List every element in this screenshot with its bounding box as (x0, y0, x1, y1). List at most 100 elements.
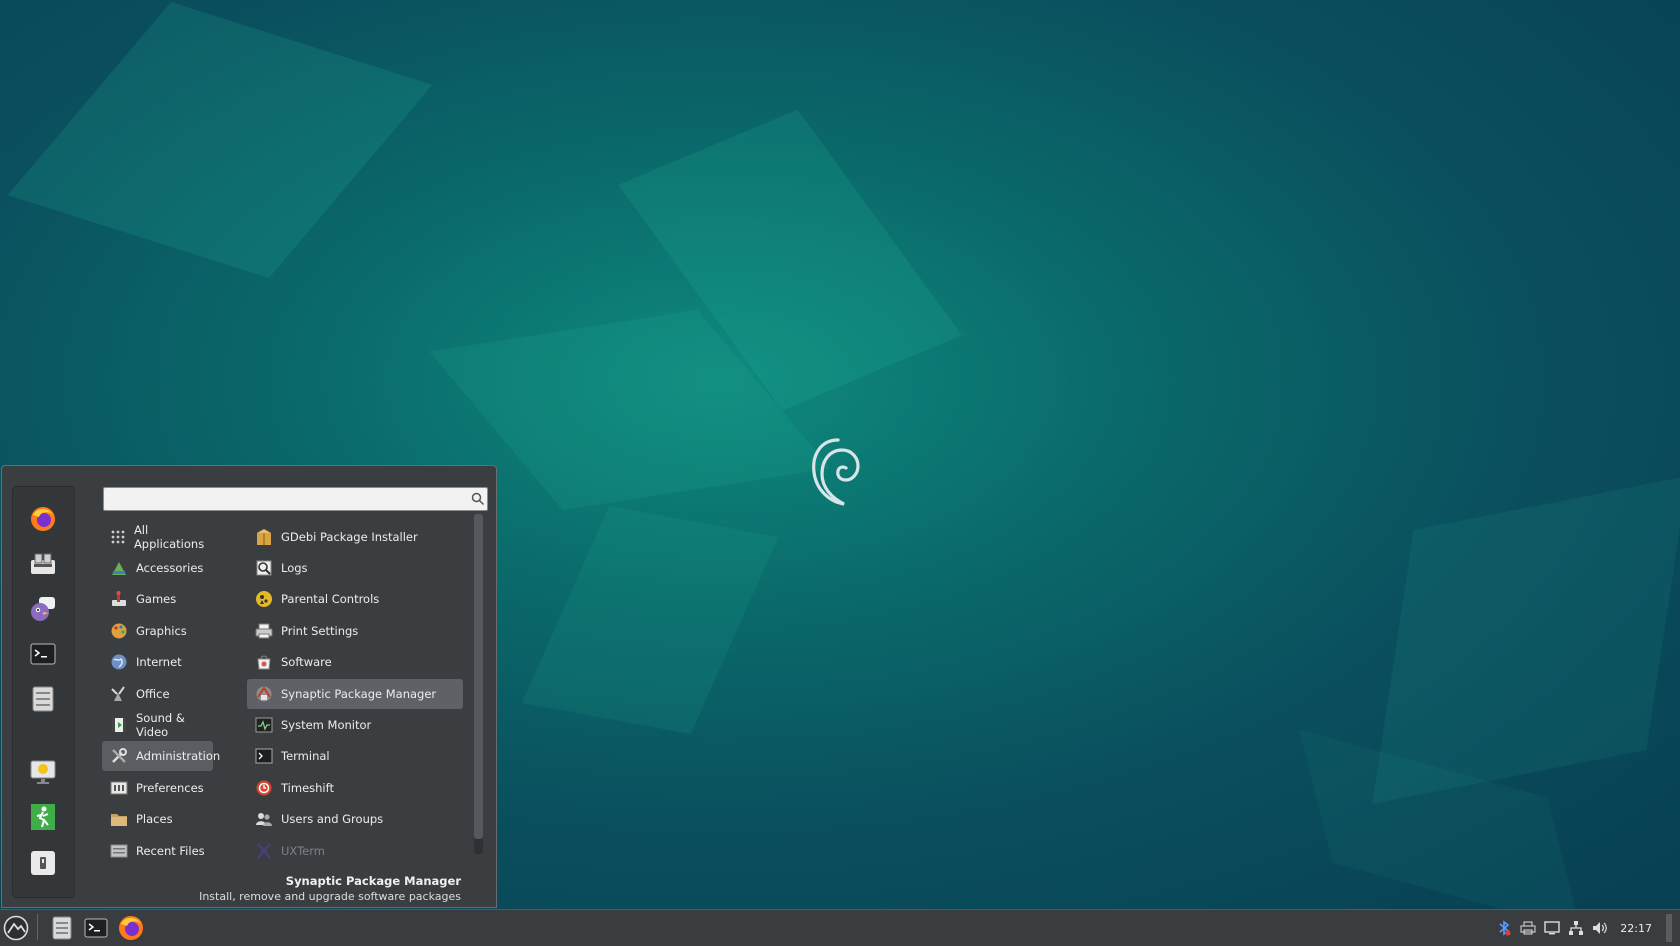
terminal-icon[interactable] (28, 639, 58, 669)
app-parental-controls[interactable]: Parental Controls (247, 584, 463, 614)
app-synaptic-package-manager[interactable]: Synaptic Package Manager (247, 679, 463, 709)
category-label: Games (136, 592, 177, 606)
parental-controls-icon (255, 590, 273, 608)
terminal-icon (255, 747, 273, 765)
category-label: All Applications (133, 523, 205, 551)
pidgin-icon[interactable] (28, 594, 58, 624)
show-desktop-button[interactable] (1666, 914, 1672, 942)
bluetooth-icon[interactable] (1496, 920, 1512, 936)
app-label: Logs (281, 561, 308, 575)
app-label: Terminal (281, 749, 330, 763)
menu-button[interactable] (2, 914, 30, 942)
wallpaper-shard (1372, 476, 1680, 804)
category-graphics[interactable]: Graphics (102, 616, 212, 646)
printer-icon (255, 622, 273, 640)
preferences-icon (110, 779, 128, 797)
recent-files-icon (110, 842, 128, 860)
file-manager-icon[interactable] (28, 684, 58, 714)
app-label: Users and Groups (281, 812, 384, 826)
category-label: Places (136, 812, 173, 826)
lock-screen-icon[interactable] (28, 757, 58, 787)
software-icon (255, 653, 273, 671)
app-terminal[interactable]: Terminal (247, 741, 463, 771)
display-icon[interactable] (1544, 920, 1560, 936)
grid-icon (110, 528, 126, 546)
users-icon (255, 810, 273, 828)
category-recent-files[interactable]: Recent Files (102, 836, 212, 866)
category-label: Accessories (136, 561, 204, 575)
category-label: Sound & Video (136, 711, 185, 739)
logout-icon[interactable] (28, 802, 58, 832)
graphics-icon (110, 622, 128, 640)
favorites-bar (12, 486, 75, 898)
category-administration[interactable]: Administration (102, 741, 220, 771)
application-menu: All Applications Accessories Games Graph… (1, 465, 497, 908)
timeshift-icon (255, 779, 273, 797)
system-tray: 22:17 (1496, 910, 1680, 946)
scrollbar-thumb[interactable] (474, 514, 483, 839)
app-description-title: Synaptic Package Manager (285, 874, 461, 888)
internet-icon (110, 653, 128, 671)
category-label: Recent Files (136, 844, 205, 858)
app-description-text: Install, remove and upgrade software pac… (199, 890, 461, 903)
category-label: Preferences (136, 781, 204, 795)
app-system-monitor[interactable]: System Monitor (247, 710, 463, 740)
shutdown-icon[interactable] (28, 848, 58, 878)
menu-logo-icon (3, 915, 29, 941)
taskbar: 22:17 (0, 909, 1680, 946)
software-manager-icon[interactable] (28, 549, 58, 579)
package-icon (255, 528, 273, 546)
category-office[interactable]: Office (102, 679, 212, 709)
taskbar-file-manager-icon[interactable] (49, 914, 75, 942)
office-icon (110, 685, 128, 703)
printer-icon[interactable] (1520, 920, 1536, 936)
category-label: Administration (136, 749, 221, 763)
system-monitor-icon (255, 716, 273, 734)
uxterm-icon (255, 842, 273, 860)
debian-swirl-logo (812, 438, 860, 506)
category-all-applications[interactable]: All Applications (102, 522, 212, 552)
synaptic-icon (255, 685, 273, 703)
category-sound-video[interactable]: Sound & Video (102, 710, 212, 740)
taskbar-terminal-icon[interactable] (83, 914, 109, 942)
search-icon[interactable] (471, 492, 485, 506)
category-label: Graphics (136, 624, 187, 638)
app-software[interactable]: Software (247, 647, 463, 677)
app-print-settings[interactable]: Print Settings (247, 616, 463, 646)
category-label: Office (136, 687, 170, 701)
folder-icon (110, 810, 128, 828)
wallpaper-shard (521, 505, 779, 735)
category-games[interactable]: Games (102, 584, 212, 614)
app-logs[interactable]: Logs (247, 553, 463, 583)
search-input[interactable] (103, 487, 488, 511)
app-label: System Monitor (281, 718, 372, 732)
volume-icon[interactable] (1592, 920, 1608, 936)
app-label: UXTerm (281, 844, 325, 858)
clock[interactable]: 22:17 (1620, 922, 1652, 935)
category-places[interactable]: Places (102, 804, 212, 834)
firefox-icon[interactable] (28, 504, 58, 534)
app-users-and-groups[interactable]: Users and Groups (247, 804, 463, 834)
taskbar-separator (37, 914, 38, 940)
network-icon[interactable] (1568, 920, 1584, 936)
taskbar-firefox-icon[interactable] (117, 914, 145, 942)
app-label: Print Settings (281, 624, 359, 638)
app-label: GDebi Package Installer (281, 530, 418, 544)
wallpaper-shard (7, 1, 433, 279)
accessories-icon (110, 559, 128, 577)
category-label: Internet (136, 655, 182, 669)
app-label: Synaptic Package Manager (281, 687, 437, 701)
administration-icon (110, 747, 128, 765)
logs-icon (255, 559, 273, 577)
category-accessories[interactable]: Accessories (102, 553, 212, 583)
category-internet[interactable]: Internet (102, 647, 212, 677)
app-label: Timeshift (281, 781, 334, 795)
app-label: Software (281, 655, 332, 669)
sound-video-icon (110, 716, 128, 734)
category-preferences[interactable]: Preferences (102, 773, 212, 803)
app-timeshift[interactable]: Timeshift (247, 773, 463, 803)
app-label: Parental Controls (281, 592, 380, 606)
games-icon (110, 590, 128, 608)
app-uxterm[interactable]: UXTerm (247, 836, 463, 866)
app-gdebi-package-installer[interactable]: GDebi Package Installer (247, 522, 463, 552)
